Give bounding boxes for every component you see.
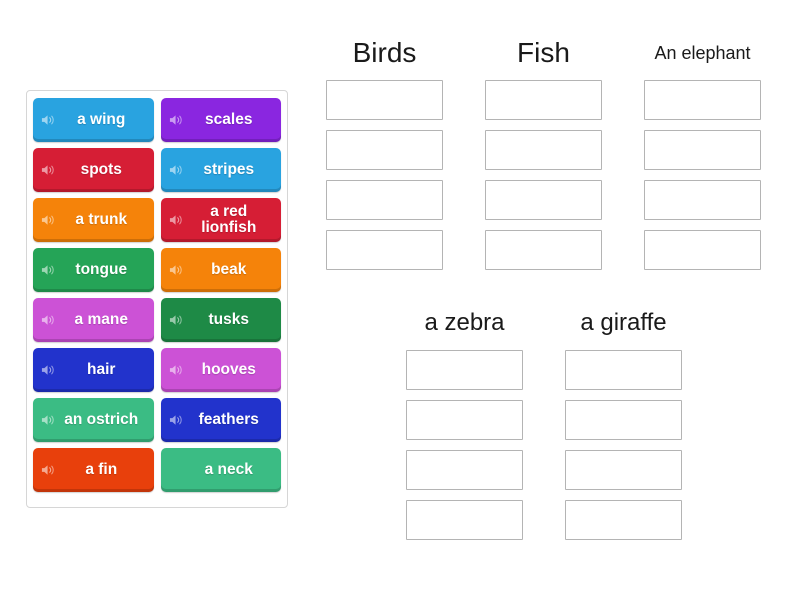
word-tile-label: a trunk <box>75 210 128 228</box>
word-tile-label: tusks <box>208 310 250 328</box>
category-column: Fish <box>485 38 602 270</box>
word-tile[interactable]: a neck <box>160 448 281 492</box>
speaker-icon[interactable] <box>41 163 56 178</box>
speaker-icon[interactable] <box>169 313 184 328</box>
drop-zone[interactable] <box>644 130 761 170</box>
speaker-icon[interactable] <box>41 363 56 378</box>
drop-zone[interactable] <box>406 350 523 390</box>
word-tiles-panel: a wing scales spots stripes a trunk a red lio… <box>26 90 288 508</box>
word-tile[interactable]: tongue <box>33 248 154 292</box>
word-tile-label: beak <box>211 260 247 278</box>
word-tile[interactable]: hair <box>33 348 154 392</box>
category-title: Fish <box>517 37 570 68</box>
drop-zone[interactable] <box>485 80 602 120</box>
word-tile-label: a wing <box>77 110 126 128</box>
speaker-icon[interactable] <box>169 113 184 128</box>
category-group-top: Birds Fish An elephant <box>326 38 761 270</box>
category-column: An elephant <box>644 38 761 270</box>
word-tile-label: hair <box>87 360 116 378</box>
category-group-bottom: a zebra a giraffe <box>406 308 682 540</box>
word-tile-label: a red lionfish <box>201 202 257 236</box>
word-tile-label: tongue <box>75 260 128 278</box>
drop-zone[interactable] <box>565 450 682 490</box>
drop-zone[interactable] <box>644 180 761 220</box>
category-title: An elephant <box>654 43 751 63</box>
word-tile[interactable]: scales <box>160 98 281 142</box>
drop-zone[interactable] <box>565 500 682 540</box>
drop-zone[interactable] <box>485 180 602 220</box>
word-tile-label: a mane <box>74 310 128 328</box>
drop-zone[interactable] <box>406 450 523 490</box>
category-column: a giraffe <box>565 308 682 540</box>
speaker-icon[interactable] <box>169 163 184 178</box>
speaker-icon[interactable] <box>41 413 56 428</box>
word-tile[interactable]: beak <box>160 248 281 292</box>
drop-zone[interactable] <box>565 400 682 440</box>
drop-zone[interactable] <box>406 400 523 440</box>
speaker-icon[interactable] <box>41 313 56 328</box>
drop-zone[interactable] <box>565 350 682 390</box>
word-tile[interactable]: tusks <box>160 298 281 342</box>
speaker-icon[interactable] <box>41 113 56 128</box>
word-tile-label: an ostrich <box>64 410 139 428</box>
drop-zone[interactable] <box>326 80 443 120</box>
word-tile-label: hooves <box>201 360 256 378</box>
drop-zone[interactable] <box>406 500 523 540</box>
word-tile-label: a neck <box>204 460 253 478</box>
word-tile-label: a fin <box>85 460 118 478</box>
drop-zone[interactable] <box>644 230 761 270</box>
word-tile[interactable]: hooves <box>160 348 281 392</box>
word-tile[interactable]: a wing <box>33 98 154 142</box>
drop-zone[interactable] <box>644 80 761 120</box>
word-tile[interactable]: a trunk <box>33 198 154 242</box>
speaker-icon[interactable] <box>169 363 184 378</box>
word-tile[interactable]: an ostrich <box>33 398 154 442</box>
speaker-icon[interactable] <box>169 413 184 428</box>
drop-zone[interactable] <box>326 230 443 270</box>
word-tile-label: scales <box>205 110 253 128</box>
category-column: a zebra <box>406 308 523 540</box>
category-title: a zebra <box>424 309 505 336</box>
drop-zone[interactable] <box>326 180 443 220</box>
speaker-icon[interactable] <box>41 213 56 228</box>
drop-zone[interactable] <box>326 130 443 170</box>
speaker-icon[interactable] <box>169 213 184 228</box>
word-tile[interactable]: a fin <box>33 448 154 492</box>
speaker-icon[interactable] <box>169 263 184 278</box>
speaker-icon[interactable] <box>41 463 56 478</box>
category-title: a giraffe <box>580 309 667 336</box>
speaker-icon[interactable] <box>41 263 56 278</box>
word-tiles-grid: a wing scales spots stripes a trunk a red lio… <box>33 98 281 492</box>
word-tile-label: spots <box>80 160 122 178</box>
word-tile[interactable]: stripes <box>160 148 281 192</box>
word-tile[interactable]: a red lionfish <box>160 198 281 242</box>
word-tile[interactable]: a mane <box>33 298 154 342</box>
drop-zone[interactable] <box>485 130 602 170</box>
category-area: Birds Fish An elephant a zebra a giraffe <box>300 0 800 600</box>
word-tile[interactable]: spots <box>33 148 154 192</box>
word-tile-label: feathers <box>198 410 259 428</box>
word-tile[interactable]: feathers <box>160 398 281 442</box>
category-column: Birds <box>326 38 443 270</box>
word-tile-label: stripes <box>203 160 255 178</box>
category-title: Birds <box>352 37 417 68</box>
drop-zone[interactable] <box>485 230 602 270</box>
